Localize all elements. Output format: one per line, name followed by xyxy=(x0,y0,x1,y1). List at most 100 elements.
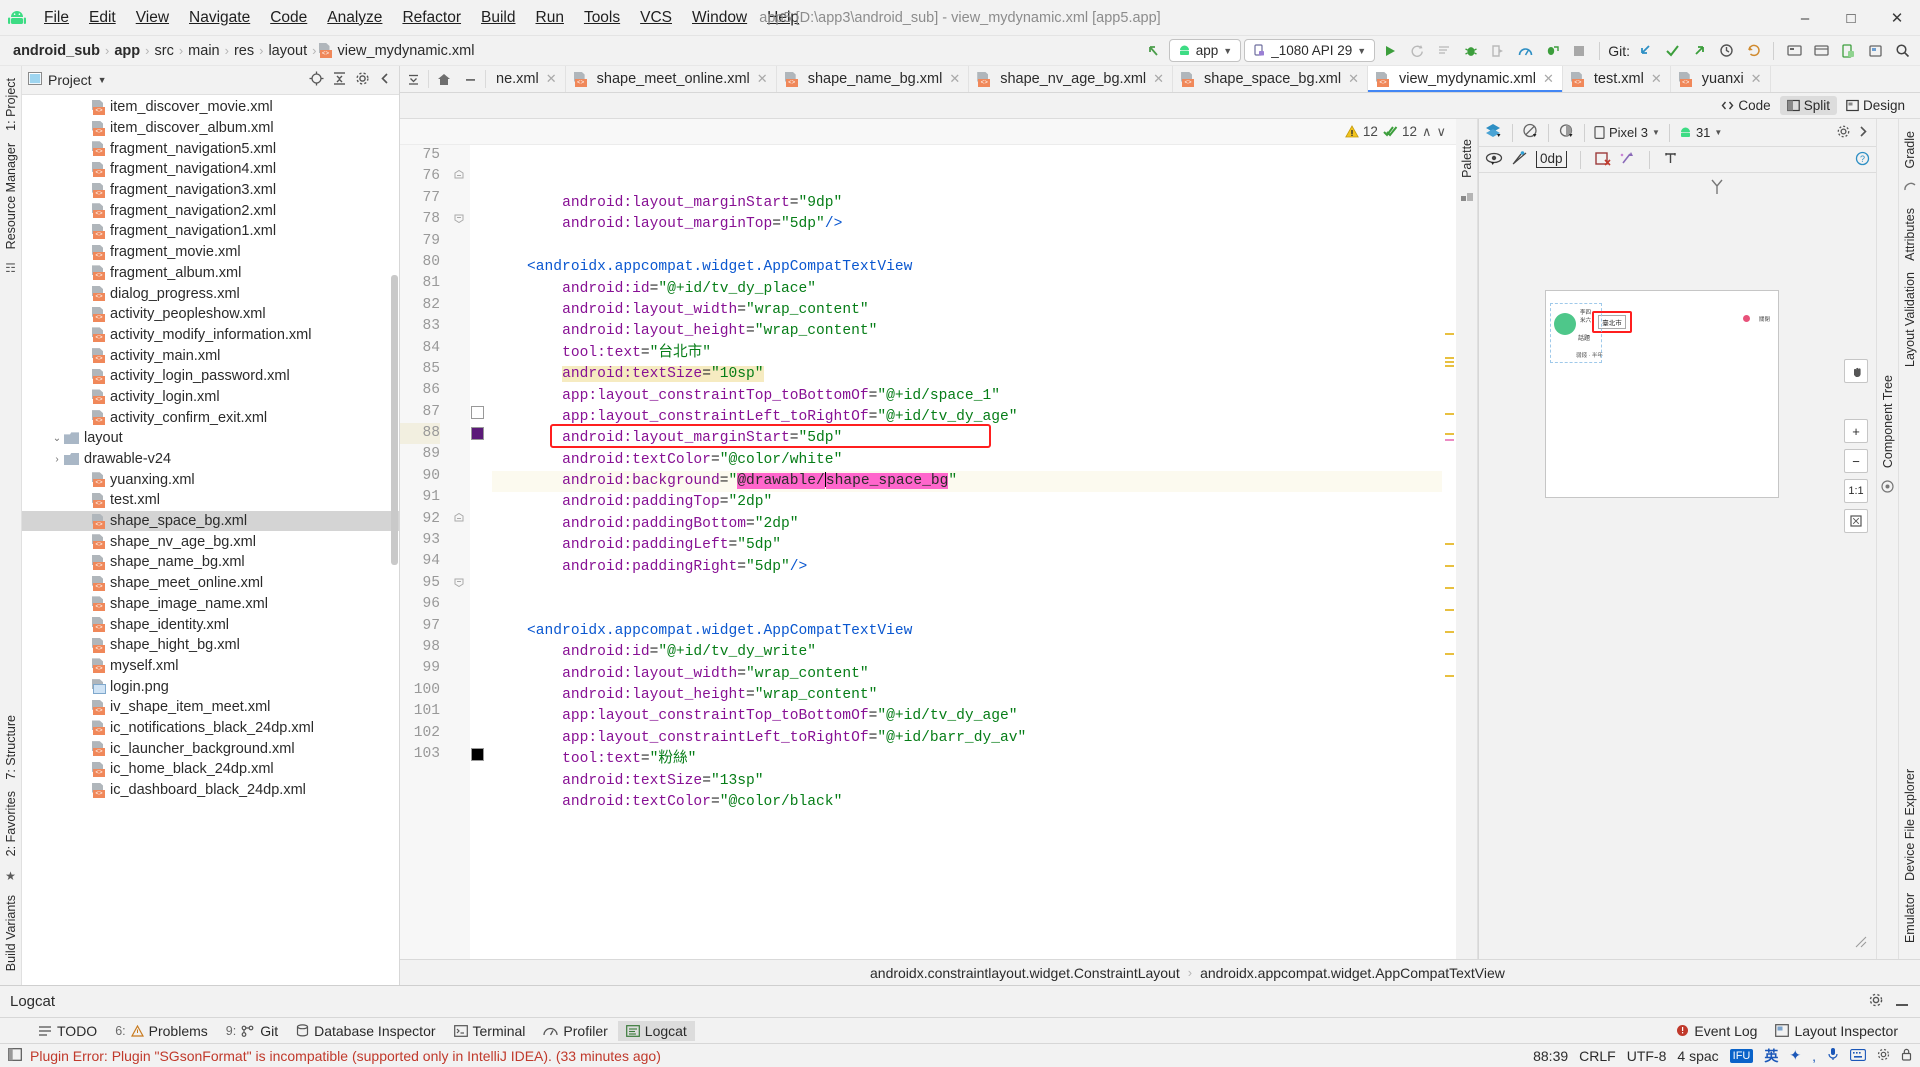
code-line[interactable]: app:layout_constraintTop_toBottomOf="@+i… xyxy=(492,386,1442,407)
code-line[interactable]: android:textSize="13sp" xyxy=(492,771,1442,792)
tool-window-profiler[interactable]: Profiler xyxy=(535,1021,615,1041)
code-line[interactable]: tool:text="台北市" xyxy=(492,343,1442,364)
code-line[interactable]: android:layout_width="wrap_content" xyxy=(492,300,1442,321)
sidebar-item-resource-manager[interactable]: Resource Manager xyxy=(4,143,18,249)
caret-position[interactable]: 88:39 xyxy=(1533,1048,1568,1064)
code-line[interactable]: android:paddingLeft="5dp" xyxy=(492,535,1442,556)
clear-constraints-icon[interactable] xyxy=(1594,151,1611,169)
avd-manager-icon[interactable] xyxy=(1782,39,1806,63)
sidebar-item-build-variants[interactable]: Build Variants xyxy=(4,895,18,971)
close-icon[interactable]: ✕ xyxy=(757,71,768,87)
sidebar-item-favorites[interactable]: 2: Favorites xyxy=(4,791,18,856)
tree-file-node[interactable]: iv_shape_item_meet.xml xyxy=(22,697,399,718)
breadcrumb-layout[interactable]: layout xyxy=(265,43,310,59)
code-line[interactable]: app:layout_constraintTop_toBottomOf="@+i… xyxy=(492,706,1442,727)
debug-attach-icon[interactable] xyxy=(1540,39,1564,63)
breadcrumb-file[interactable]: view_mydynamic.xml xyxy=(335,43,478,59)
tree-file-node[interactable]: fragment_navigation3.xml xyxy=(22,180,399,201)
resize-handle[interactable] xyxy=(1852,933,1868,953)
default-margin-value[interactable]: 0dp xyxy=(1536,151,1567,168)
next-inspection-icon[interactable]: ∨ xyxy=(1436,124,1446,140)
tree-file-node[interactable]: item_discover_album.xml xyxy=(22,118,399,139)
menu-item-analyze[interactable]: Analyze xyxy=(317,5,392,31)
git-push-icon[interactable] xyxy=(1687,39,1711,63)
error-stripe-mark[interactable] xyxy=(1445,365,1454,367)
code-line[interactable]: <androidx.appcompat.widget.AppCompatText… xyxy=(492,621,1442,642)
code-line[interactable]: android:textColor="@color/black" xyxy=(492,792,1442,813)
tree-twisty-icon[interactable]: ⌄ xyxy=(50,433,64,444)
code-line[interactable]: app:layout_constraintLeft_toRightOf="@+i… xyxy=(492,728,1442,749)
preview-canvas[interactable]: 李四 米六 話題 弱錢 · 半年 臺北市 關閉 + − 1:1 xyxy=(1479,173,1876,959)
code-line[interactable] xyxy=(492,578,1442,599)
editor-tab[interactable]: yuanxi ✕ xyxy=(1671,66,1771,92)
tree-file-node[interactable]: shape_name_bg.xml xyxy=(22,552,399,573)
tabs-dropdown-icon[interactable] xyxy=(400,66,426,92)
orientation-icon[interactable] xyxy=(1522,123,1539,142)
close-icon[interactable]: ✕ xyxy=(1543,71,1554,87)
tree-file-node[interactable]: yuanxing.xml xyxy=(22,469,399,490)
sidebar-item-component-tree[interactable]: Component Tree xyxy=(1881,375,1895,468)
ime-comma-icon[interactable]: , xyxy=(1812,1048,1816,1064)
lock-icon[interactable] xyxy=(1901,1048,1912,1064)
code-line[interactable]: <androidx.appcompat.widget.AppCompatText… xyxy=(492,257,1442,278)
tree-file-node[interactable]: ic_dashboard_black_24dp.xml xyxy=(22,780,399,801)
warning-count[interactable]: 12 xyxy=(1345,124,1378,139)
editor-tab[interactable]: shape_space_bg.xml ✕ xyxy=(1173,66,1368,92)
device-selector[interactable]: _1080 API 29 ▼ xyxy=(1244,39,1376,62)
sidebar-item-layout-validation[interactable]: Layout Validation xyxy=(1903,272,1917,367)
tree-file-node[interactable]: shape_meet_online.xml xyxy=(22,573,399,594)
device-preview-frame[interactable]: 李四 米六 話題 弱錢 · 半年 臺北市 關閉 xyxy=(1545,290,1779,498)
preview-toolbar-constraints[interactable]: 0dp ? xyxy=(1479,147,1876,173)
breadcrumb-src[interactable]: src xyxy=(151,43,176,59)
help-icon[interactable]: ? xyxy=(1855,151,1870,169)
api-level-selector[interactable]: 31 ▼ xyxy=(1679,125,1722,140)
color-swatch[interactable] xyxy=(470,423,486,444)
logcat-settings-icon[interactable] xyxy=(1868,992,1884,1012)
code-fold-toggle[interactable] xyxy=(448,509,470,530)
profiler-icon[interactable] xyxy=(1513,39,1537,63)
error-stripe-mark[interactable] xyxy=(1445,653,1454,655)
sidebar-item-device-file-explorer[interactable]: Device File Explorer xyxy=(1903,769,1917,881)
tree-file-node[interactable]: login.png xyxy=(22,676,399,697)
sidebar-item-project[interactable]: 1: Project xyxy=(4,78,18,131)
close-icon[interactable]: ✕ xyxy=(949,71,960,87)
zoom-button-group[interactable]: + − 1:1 xyxy=(1844,419,1868,533)
menu-item-refactor[interactable]: Refactor xyxy=(392,5,471,31)
device-preview-selector[interactable]: Pixel 3 ▼ xyxy=(1594,125,1660,140)
component-parent[interactable]: androidx.constraintlayout.widget.Constra… xyxy=(870,965,1180,981)
project-tree[interactable]: item_discover_movie.xml item_discover_alb… xyxy=(22,95,399,985)
home-icon[interactable] xyxy=(431,66,457,92)
logcat-hide-icon[interactable] xyxy=(1894,992,1910,1012)
code-line[interactable]: tool:text="粉絲" xyxy=(492,749,1442,770)
search-icon[interactable] xyxy=(1890,39,1914,63)
code-line[interactable] xyxy=(492,236,1442,257)
tree-file-node[interactable]: fragment_navigation4.xml xyxy=(22,159,399,180)
menu-item-build[interactable]: Build xyxy=(471,5,525,31)
tree-file-node[interactable]: activity_confirm_exit.xml xyxy=(22,407,399,428)
prev-inspection-icon[interactable]: ∧ xyxy=(1422,124,1432,140)
code-line[interactable]: android:layout_marginTop="5dp"/> xyxy=(492,214,1442,235)
close-icon[interactable]: ✕ xyxy=(1348,71,1359,87)
breadcrumb-android_sub[interactable]: android_sub xyxy=(10,43,103,59)
tree-file-node[interactable]: myself.xml xyxy=(22,656,399,677)
menu-item-help[interactable]: Help xyxy=(757,5,809,31)
error-stripe-mark[interactable] xyxy=(1445,587,1454,589)
theme-icon[interactable] xyxy=(1558,123,1575,142)
code-line[interactable]: android:id="@+id/tv_dy_place" xyxy=(492,279,1442,300)
editor-tab[interactable]: ne.xml ✕ xyxy=(488,66,566,92)
git-update-icon[interactable] xyxy=(1633,39,1657,63)
error-stripe-mark[interactable] xyxy=(1445,357,1454,359)
tree-file-node[interactable]: activity_peopleshow.xml xyxy=(22,304,399,325)
code-line[interactable]: android:layout_height="wrap_content" xyxy=(492,321,1442,342)
menu-item-edit[interactable]: Edit xyxy=(79,5,126,31)
error-stripe-mark[interactable] xyxy=(1445,609,1454,611)
editor-tab[interactable]: shape_nv_age_bg.xml ✕ xyxy=(969,66,1174,92)
tree-file-node[interactable]: dialog_progress.xml xyxy=(22,283,399,304)
tool-window-git[interactable]: 9: Git xyxy=(218,1021,286,1041)
ok-count[interactable]: 12 xyxy=(1383,124,1417,139)
code-line[interactable]: android:layout_width="wrap_content" xyxy=(492,664,1442,685)
minus-icon[interactable] xyxy=(457,66,483,92)
keyboard-icon[interactable] xyxy=(1850,1048,1866,1064)
mode-split[interactable]: Split xyxy=(1779,96,1837,115)
apply-changes-icon[interactable] xyxy=(1405,39,1429,63)
